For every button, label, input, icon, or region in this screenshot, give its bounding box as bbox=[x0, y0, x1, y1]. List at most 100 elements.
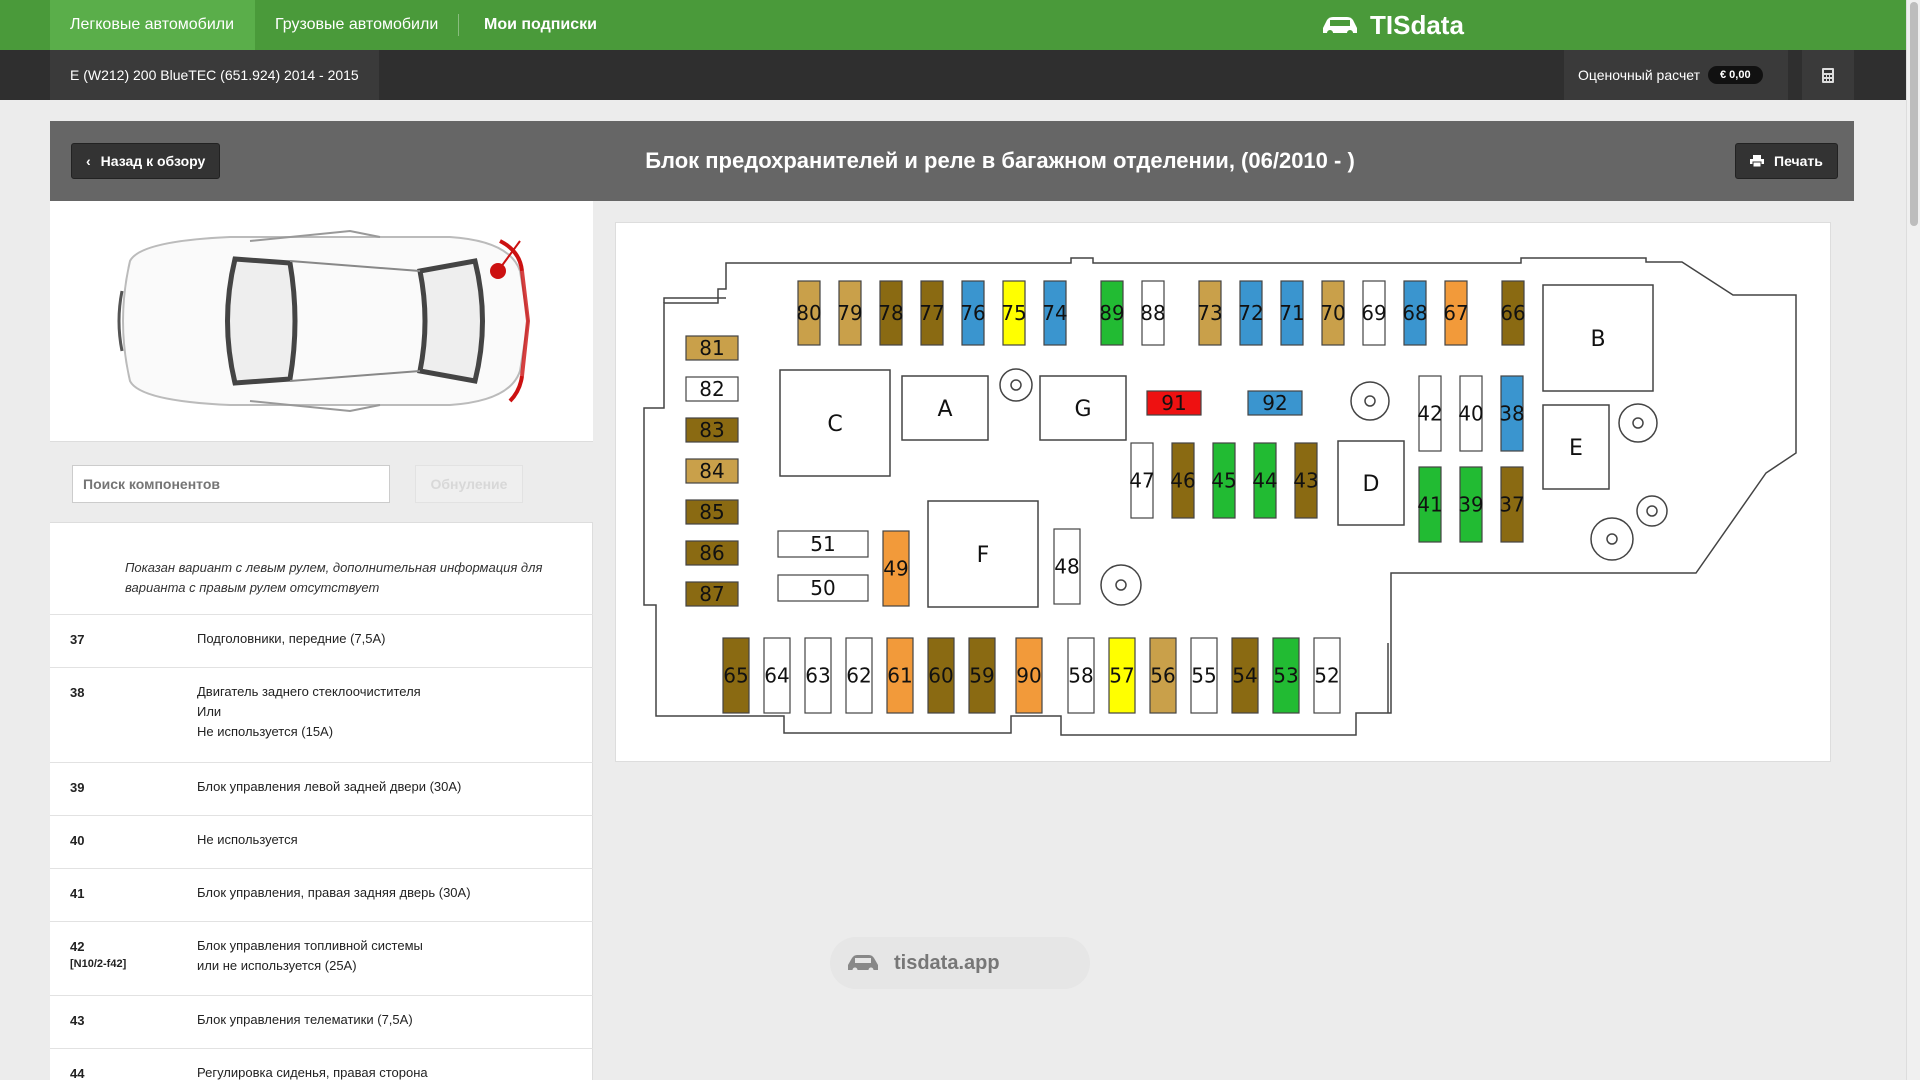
fuse-52[interactable]: 52 bbox=[1313, 637, 1341, 714]
fuse-54[interactable]: 54 bbox=[1231, 637, 1259, 714]
fuse-64[interactable]: 64 bbox=[763, 637, 791, 714]
fuse-48[interactable]: 48 bbox=[1053, 528, 1081, 605]
fuse-list-row[interactable]: 43 Блок управления телематики (7,5A) bbox=[50, 995, 593, 1048]
fuse-76[interactable]: 76 bbox=[960, 280, 986, 346]
relay-label: D bbox=[1363, 472, 1380, 497]
fuse-86[interactable]: 86 bbox=[685, 540, 739, 566]
relay-b[interactable]: B bbox=[1542, 284, 1654, 392]
fuse-80[interactable]: 80 bbox=[796, 280, 822, 346]
fuse-43[interactable]: 43 bbox=[1293, 442, 1319, 519]
fuse-57[interactable]: 57 bbox=[1108, 637, 1136, 714]
component-search-input[interactable] bbox=[72, 465, 390, 503]
mounting-screw-icon bbox=[1636, 495, 1668, 527]
fuse-label: 44 bbox=[1252, 469, 1277, 493]
fuse-66[interactable]: 66 bbox=[1500, 280, 1526, 346]
relay-g[interactable]: G bbox=[1039, 375, 1127, 441]
fuse-91[interactable]: 91 bbox=[1146, 390, 1202, 416]
calculator-button[interactable] bbox=[1802, 50, 1854, 100]
fuse-label: 88 bbox=[1140, 301, 1165, 325]
fuse-list-row[interactable]: 44 Регулировка сиденья, правая сторона bbox=[50, 1048, 593, 1080]
relay-e[interactable]: E bbox=[1542, 404, 1610, 490]
fuse-label: 58 bbox=[1068, 664, 1093, 688]
fuse-63[interactable]: 63 bbox=[804, 637, 832, 714]
fuse-71[interactable]: 71 bbox=[1279, 280, 1305, 346]
fuse-label: 68 bbox=[1402, 301, 1427, 325]
fuse-58[interactable]: 58 bbox=[1067, 637, 1095, 714]
relay-f[interactable]: F bbox=[927, 500, 1039, 608]
vehicle-selector[interactable]: E (W212) 200 BlueTEC (651.924) 2014 - 20… bbox=[50, 50, 379, 100]
fuse-list-row[interactable]: 42 [N10/2-f42] Блок управления топливной… bbox=[50, 921, 593, 995]
component-panel: Обнуление Показан вариант с левым рулем,… bbox=[50, 201, 593, 1080]
fuse-desc-line: Регулировка сиденья, правая сторона bbox=[197, 1065, 428, 1080]
fuse-78[interactable]: 78 bbox=[878, 280, 904, 346]
fuse-85[interactable]: 85 bbox=[685, 499, 739, 525]
fuse-37[interactable]: 37 bbox=[1499, 466, 1525, 543]
fuse-90[interactable]: 90 bbox=[1015, 637, 1043, 714]
fuse-list-row[interactable]: 41 Блок управления, правая задняя дверь … bbox=[50, 868, 593, 921]
fuse-87[interactable]: 87 bbox=[685, 581, 739, 607]
fuse-46[interactable]: 46 bbox=[1170, 442, 1196, 519]
relay-a[interactable]: A bbox=[901, 375, 989, 441]
fuse-69[interactable]: 69 bbox=[1361, 280, 1387, 346]
fuse-79[interactable]: 79 bbox=[837, 280, 863, 346]
fuse-67[interactable]: 67 bbox=[1443, 280, 1469, 346]
fuse-60[interactable]: 60 bbox=[927, 637, 955, 714]
fuse-65[interactable]: 65 bbox=[722, 637, 750, 714]
fuse-88[interactable]: 88 bbox=[1140, 280, 1166, 346]
fuse-49[interactable]: 49 bbox=[882, 530, 910, 607]
fuse-44[interactable]: 44 bbox=[1252, 442, 1278, 519]
fuse-47[interactable]: 47 bbox=[1129, 442, 1155, 519]
fuse-68[interactable]: 68 bbox=[1402, 280, 1428, 346]
tab-trucks[interactable]: Грузовые автомобили bbox=[255, 0, 458, 50]
fuse-code: [N10/2-f42] bbox=[70, 958, 127, 970]
fuse-41[interactable]: 41 bbox=[1417, 466, 1443, 543]
fuse-75[interactable]: 75 bbox=[1001, 280, 1027, 346]
fuse-list-row[interactable]: 37 Подголовники, передние (7,5A) bbox=[50, 614, 593, 667]
fuse-label: 64 bbox=[764, 664, 789, 688]
fuse-56[interactable]: 56 bbox=[1149, 637, 1177, 714]
fuse-list-row[interactable]: 39 Блок управления левой задней двери (3… bbox=[50, 762, 593, 815]
fuse-list-row[interactable]: 38 Двигатель заднего стеклоочистителя Ил… bbox=[50, 667, 593, 762]
fuse-50[interactable]: 50 bbox=[777, 574, 869, 602]
fuse-61[interactable]: 61 bbox=[886, 637, 914, 714]
fuse-38[interactable]: 38 bbox=[1499, 375, 1525, 452]
fuse-62[interactable]: 62 bbox=[845, 637, 873, 714]
fuse-label: 83 bbox=[699, 418, 724, 442]
fuse-81[interactable]: 81 bbox=[685, 335, 739, 361]
fuse-label: 81 bbox=[699, 336, 724, 360]
fuse-82[interactable]: 82 bbox=[685, 376, 739, 402]
relay-d[interactable]: D bbox=[1337, 440, 1405, 526]
fuse-desc-line: Не используется bbox=[197, 832, 298, 847]
fuse-70[interactable]: 70 bbox=[1320, 280, 1346, 346]
fuse-51[interactable]: 51 bbox=[777, 530, 869, 558]
fuse-53[interactable]: 53 bbox=[1272, 637, 1300, 714]
fuse-39[interactable]: 39 bbox=[1458, 466, 1484, 543]
tab-my-subscriptions[interactable]: Мои подписки bbox=[464, 0, 617, 50]
fuse-84[interactable]: 84 bbox=[685, 458, 739, 484]
watermark-text: tisdata.app bbox=[894, 951, 1000, 974]
page-scrollbar[interactable] bbox=[1906, 0, 1920, 1080]
fuse-55[interactable]: 55 bbox=[1190, 637, 1218, 714]
tisdata-logo[interactable]: TISdata bbox=[1320, 0, 1464, 50]
reset-button[interactable]: Обнуление bbox=[415, 465, 523, 503]
tab-passenger-cars[interactable]: Легковые автомобили bbox=[50, 0, 255, 50]
estimate-panel[interactable]: Оценочный расчет € 0,00 bbox=[1564, 50, 1788, 100]
fuse-92[interactable]: 92 bbox=[1247, 390, 1303, 416]
fuse-73[interactable]: 73 bbox=[1197, 280, 1223, 346]
fuse-40[interactable]: 40 bbox=[1458, 375, 1484, 452]
fuse-42[interactable]: 42 bbox=[1417, 375, 1443, 452]
scrollbar-thumb[interactable] bbox=[1910, 2, 1918, 226]
relay-c[interactable]: C bbox=[779, 369, 891, 477]
print-button[interactable]: Печать bbox=[1735, 143, 1838, 179]
fuse-label: 60 bbox=[928, 664, 953, 688]
fuse-59[interactable]: 59 bbox=[968, 637, 996, 714]
fuse-77[interactable]: 77 bbox=[919, 280, 945, 346]
fuse-89[interactable]: 89 bbox=[1099, 280, 1125, 346]
back-to-overview-button[interactable]: ‹ Назад к обзору bbox=[71, 143, 221, 179]
fuse-label: 78 bbox=[878, 301, 903, 325]
fuse-74[interactable]: 74 bbox=[1042, 280, 1068, 346]
fuse-72[interactable]: 72 bbox=[1238, 280, 1264, 346]
fuse-45[interactable]: 45 bbox=[1211, 442, 1237, 519]
fuse-list-row[interactable]: 40 Не используется bbox=[50, 815, 593, 868]
fuse-83[interactable]: 83 bbox=[685, 417, 739, 443]
